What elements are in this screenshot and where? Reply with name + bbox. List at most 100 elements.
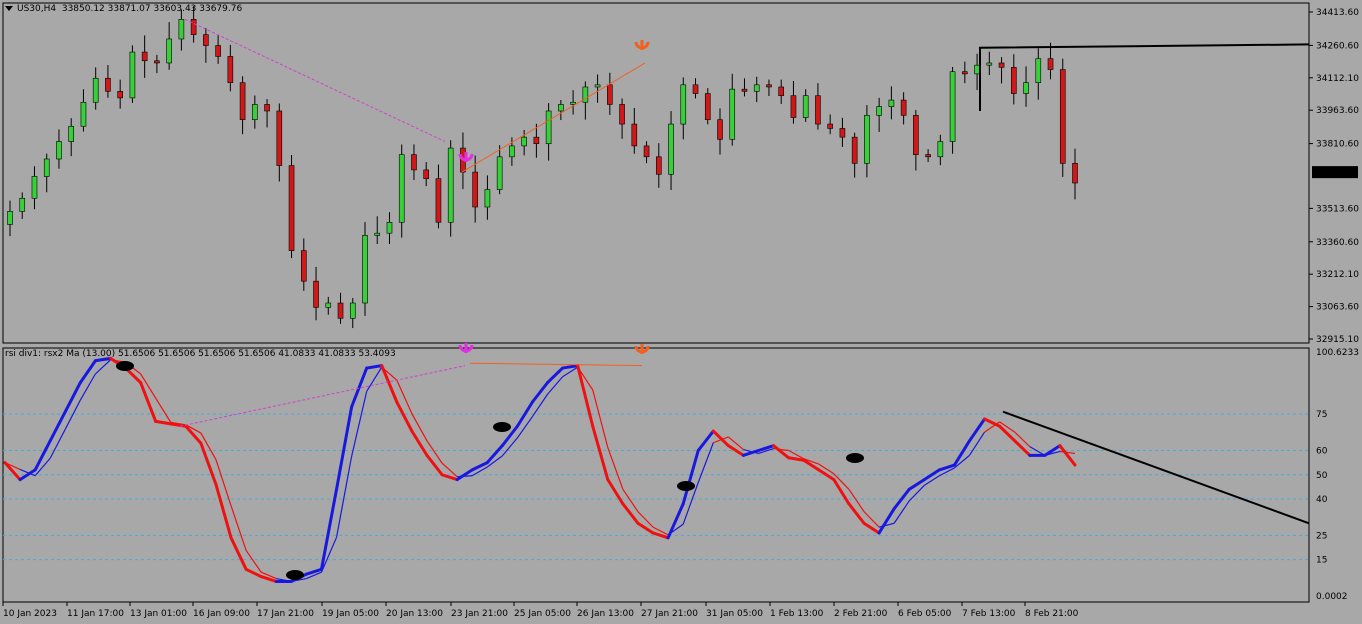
candle-body (937, 141, 944, 158)
candle-body (851, 136, 858, 164)
candle-body (472, 171, 478, 208)
candle-body (141, 51, 148, 62)
candle-body (949, 71, 956, 142)
candle-body (594, 84, 601, 88)
rsi-signal-segment (335, 456, 353, 538)
candle-body (190, 19, 197, 35)
rsi-segment (968, 417, 987, 443)
candle-body (68, 125, 75, 142)
candle-body (166, 38, 172, 64)
x-tick-label: 13 Jan 01:00 (130, 609, 187, 619)
rsi-segment (998, 424, 1017, 443)
rsi-segment (48, 410, 67, 443)
rsi-segment (681, 449, 700, 506)
candle-body (264, 104, 270, 112)
rsi-segment (199, 441, 218, 486)
candle-body (178, 19, 185, 40)
rsi-segment (1058, 444, 1077, 467)
candle-body (496, 156, 503, 190)
candle-body (239, 82, 246, 121)
rsi-tick-label: 15 (1316, 556, 1327, 566)
candle-body (741, 88, 748, 92)
rsi-segment (380, 364, 399, 404)
candle-body (790, 95, 797, 118)
rsi-cross-dot (116, 361, 134, 371)
price-tick-label: 34112.10 (1316, 74, 1359, 84)
candle-body (815, 95, 821, 125)
x-tick-label: 27 Jan 21:00 (641, 609, 698, 619)
candle-body (43, 158, 50, 177)
rsi-segment (666, 502, 685, 540)
candle-body (558, 104, 564, 112)
rsi-segment (33, 439, 52, 472)
candle-body (252, 104, 258, 121)
rsi-segment (546, 366, 565, 385)
x-tick-label: 23 Jan 21:00 (451, 609, 508, 619)
candle-body (986, 62, 993, 66)
candle-body (154, 60, 160, 64)
rsi-tick-label: 25 (1316, 531, 1327, 541)
candle-body (607, 84, 613, 105)
candle-body (1010, 67, 1017, 94)
rsi-signal-segment (215, 459, 232, 506)
candle-body (117, 91, 123, 99)
rsi-segment (335, 405, 354, 491)
candle-body (447, 147, 454, 223)
candle-body (313, 280, 319, 308)
price-tick-label: 34413.60 (1316, 8, 1359, 18)
candle-body (521, 136, 527, 147)
candle-body (753, 84, 760, 92)
rsi-segment (892, 487, 911, 511)
rsi-segment (410, 429, 429, 457)
signal-marker-icon (458, 343, 474, 353)
candle-body (974, 64, 980, 75)
candle-body (692, 84, 699, 94)
rsi-segment (877, 507, 896, 535)
candle-body (925, 154, 931, 158)
candle-body (998, 62, 1005, 68)
rsi-segment (365, 364, 384, 370)
x-tick-label: 10 Jan 2023 (3, 609, 57, 619)
candle-body (827, 123, 833, 129)
rsi-segment (319, 487, 339, 571)
candle-body (423, 169, 430, 179)
candle-body (864, 115, 870, 164)
signal-marker-icon (634, 344, 650, 354)
candle-body (1059, 69, 1066, 164)
candle-body (545, 110, 552, 145)
candle-body (717, 119, 723, 140)
rsi-segment (244, 567, 263, 579)
chart-canvas[interactable]: 34413.60 34260.60 34112.10 33963.60 33810.60… (0, 0, 1362, 624)
x-tick-label: 8 Feb 21:00 (1025, 609, 1079, 619)
candle-body (398, 154, 405, 223)
candle-body (570, 101, 576, 105)
x-tick-label: 11 Jan 17:00 (67, 609, 124, 619)
candle-body (619, 104, 625, 125)
rsi-tick-label: 60 (1316, 447, 1328, 457)
rsi-tick-label: 50 (1316, 471, 1328, 481)
price-tick-label: 34260.60 (1316, 41, 1359, 51)
rsi-divergence-line (179, 365, 466, 427)
rsi-signal-segment (516, 416, 533, 439)
candle-body (349, 302, 356, 319)
x-tick-label: 31 Jan 05:00 (706, 609, 763, 619)
candle-body (105, 77, 111, 92)
candle-body (362, 235, 368, 304)
rsi-segment (154, 419, 173, 426)
candle-body (1047, 58, 1054, 70)
rsi-segment (621, 502, 640, 525)
rsi-segment (832, 478, 851, 506)
rsi-segment (63, 381, 82, 414)
candle-body (337, 302, 344, 319)
candle-body (80, 101, 87, 127)
candle-body (1035, 58, 1042, 83)
rsi-signal-segment (366, 366, 383, 392)
rsi-segment (847, 502, 866, 525)
candle-body (325, 302, 332, 308)
rsi-segment (93, 356, 112, 363)
candle-body (227, 56, 234, 83)
resistance-line (979, 43, 1310, 111)
candle-body (484, 189, 491, 208)
rsi-segment (425, 453, 444, 477)
rsi-segment (983, 417, 1002, 428)
